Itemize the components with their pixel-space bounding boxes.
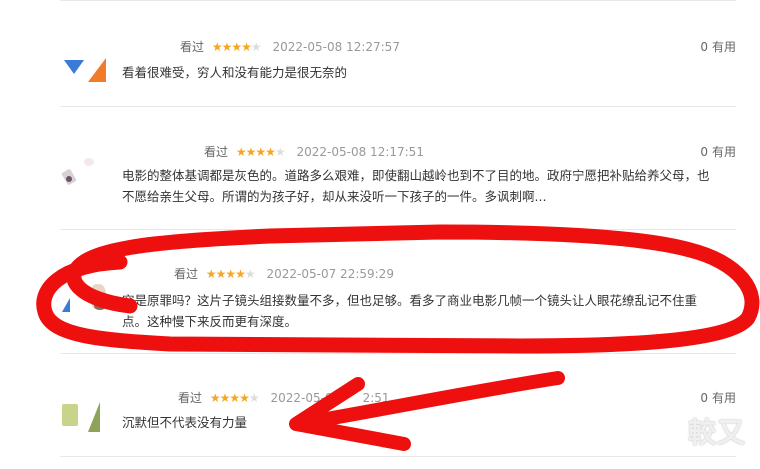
rating-stars: ★★★★★ xyxy=(211,40,262,54)
review-content: 电影的整体基调都是灰色的。道路多么艰难，即使翻山越岭也到不了目的地。政府宁愿把补… xyxy=(122,165,710,207)
review-content: 穷是原罪吗？这片子镜头组接数量不多，但也足够。看多了商业电影几帧一个镜头让人眼花… xyxy=(122,290,697,332)
useful-count: 0 xyxy=(700,40,708,54)
avatar[interactable] xyxy=(60,400,108,448)
useful-label: 有用 xyxy=(711,145,736,159)
star-icon: ★ xyxy=(235,267,246,281)
watermark-logo: 較又 xyxy=(687,416,746,449)
watch-status: 看过 xyxy=(180,40,205,54)
useful-button[interactable]: 0 有用 xyxy=(700,143,736,160)
review-content-line: 穷是原罪吗？这片子镜头组接数量不多，但也足够。看多了商业电影几帧一个镜头让人眼花… xyxy=(122,293,698,308)
review-time: 2022-05-08 12:17:51 xyxy=(296,145,424,159)
review-time: 2022-05-08 12:27:57 xyxy=(272,40,400,54)
review-meta: 看过 ★★★★★ 2022-05-07 22:59:29 xyxy=(174,265,394,282)
star-empty-icon: ★ xyxy=(248,391,260,405)
star-icon: ★ xyxy=(221,40,233,54)
divider xyxy=(60,456,736,457)
watch-status: 看过 xyxy=(178,391,203,405)
review-time: 2022-05-07 22:59:29 xyxy=(266,267,394,281)
avatar[interactable] xyxy=(60,156,108,204)
divider xyxy=(60,353,736,354)
useful-label: 有用 xyxy=(711,391,736,405)
star-icon: ★ xyxy=(209,391,221,405)
review-content-line: 点。这种慢下来反而更有深度。 xyxy=(122,314,298,329)
useful-count: 0 xyxy=(700,391,708,405)
star-empty-icon: ★ xyxy=(250,40,262,54)
useful-button[interactable]: 0 有用 xyxy=(700,38,736,55)
watch-status: 看过 xyxy=(204,145,229,159)
review-content: 沉默但不代表没有力量 xyxy=(122,415,248,430)
star-icon: ★ xyxy=(205,267,217,281)
star-icon: ★ xyxy=(219,391,231,405)
star-icon: ★ xyxy=(211,40,223,54)
star-icon: ★ xyxy=(231,40,242,54)
watch-status: 看过 xyxy=(174,267,199,281)
star-icon: ★ xyxy=(239,391,250,405)
review-content-line: 不愿给亲生父母。所谓的为孩子好，却从来没听一下孩子的一件。多讽刺啊... xyxy=(122,189,547,204)
star-empty-icon: ★ xyxy=(274,145,286,159)
star-icon: ★ xyxy=(229,391,240,405)
avatar[interactable] xyxy=(60,278,110,326)
rating-stars: ★★★★★ xyxy=(235,145,286,159)
star-icon: ★ xyxy=(225,267,236,281)
useful-count: 0 xyxy=(700,145,708,159)
star-icon: ★ xyxy=(241,40,252,54)
star-icon: ★ xyxy=(215,267,227,281)
divider xyxy=(60,229,736,230)
review-time-end: 2:51 xyxy=(362,391,390,405)
useful-label: 有用 xyxy=(711,40,736,54)
divider-top xyxy=(60,0,736,1)
star-icon: ★ xyxy=(235,145,247,159)
divider xyxy=(60,106,736,107)
star-icon: ★ xyxy=(255,145,266,159)
rating-stars: ★★★★★ xyxy=(205,267,256,281)
review-content-line: 电影的整体基调都是灰色的。道路多么艰难，即使翻山越岭也到不了目的地。政府宁愿把补… xyxy=(122,168,710,183)
star-icon: ★ xyxy=(245,145,257,159)
rating-stars: ★★★★★ xyxy=(209,391,260,405)
avatar[interactable] xyxy=(60,36,108,84)
star-empty-icon: ★ xyxy=(244,267,256,281)
star-icon: ★ xyxy=(265,145,276,159)
review-meta: 看过 ★★★★★ 2022-05-08 12:17:51 xyxy=(204,143,424,160)
review-meta: 看过 ★★★★★ 2022-05-08 12:27:57 xyxy=(180,38,400,55)
review-time-start: 2022-05-0 xyxy=(270,391,333,405)
review-content: 看着很难受，穷人和没有能力是很无奈的 xyxy=(122,65,348,80)
useful-button[interactable]: 0 有用 xyxy=(700,389,736,406)
review-meta: 看过 ★★★★★ 2022-05-0 2:51 xyxy=(178,389,390,406)
